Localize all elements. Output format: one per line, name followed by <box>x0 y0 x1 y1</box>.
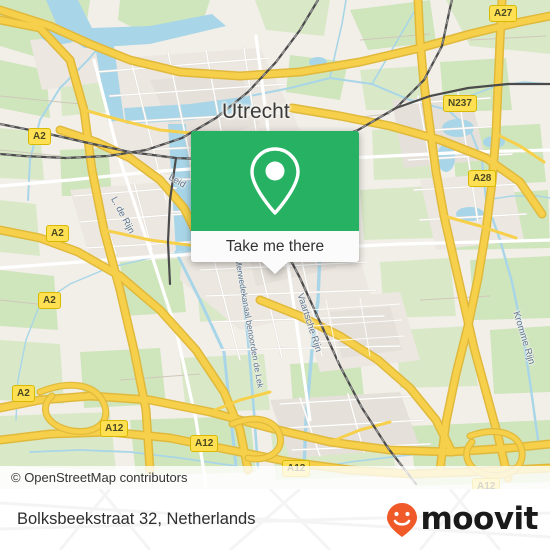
osm-attribution[interactable]: © OpenStreetMap contributors <box>0 466 550 489</box>
road-shield-a28: A28 <box>468 170 497 187</box>
map-pin-icon <box>250 147 300 215</box>
road-shield-a2: A2 <box>38 292 61 309</box>
road-shield-a2: A2 <box>12 385 35 402</box>
road-shield-a27: A27 <box>489 5 518 22</box>
callout-pointer <box>262 262 288 274</box>
moovit-logo[interactable]: moovit <box>385 489 538 550</box>
road-shield-a12: A12 <box>190 435 219 452</box>
address-text: Bolksbeekstraat 32, Netherlands <box>17 510 256 528</box>
take-me-there-button[interactable]: Take me there <box>191 231 359 262</box>
map-canvas[interactable]: .wtr { fill:#a8d6e8; } .wtrln { stroke:#… <box>0 0 550 489</box>
road-shield-a2: A2 <box>28 128 51 145</box>
road-shield-a12: A12 <box>100 420 129 437</box>
road-shield-a2: A2 <box>46 225 69 242</box>
moovit-smiley-pin-icon <box>387 502 418 537</box>
location-callout-card[interactable]: Take me there <box>191 131 359 274</box>
bottom-info-bar: Bolksbeekstraat 32, Netherlands moovit <box>0 489 550 550</box>
moovit-wordmark: moovit <box>420 501 538 537</box>
moovit-map-share-card: .wtr { fill:#a8d6e8; } .wtrln { stroke:#… <box>0 0 550 550</box>
road-shield-n237: N237 <box>443 95 477 112</box>
city-label-utrecht: Utrecht <box>222 100 290 123</box>
callout-pin-panel <box>191 131 359 231</box>
